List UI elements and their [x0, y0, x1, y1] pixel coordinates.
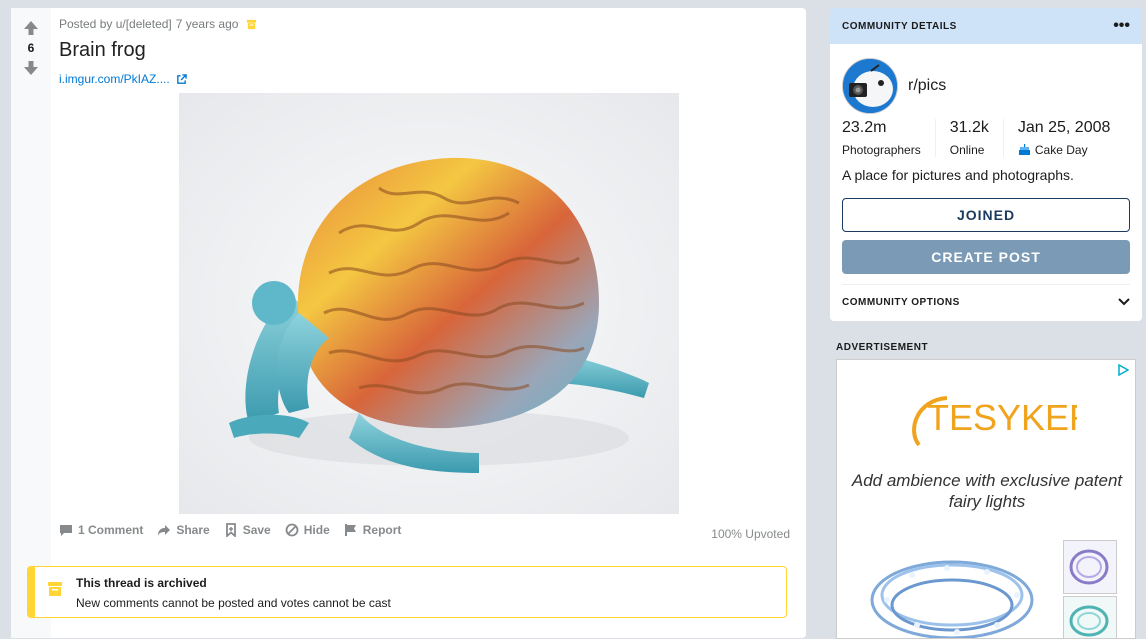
create-post-button[interactable]: CREATE POST [842, 240, 1130, 274]
hide-label: Hide [303, 523, 330, 537]
brain-frog-image [179, 93, 679, 514]
post-meta: Posted by u/[deleted] 7 years ago [59, 17, 257, 31]
tesyker-logo: TESYKER [912, 396, 1095, 447]
archive-box-icon [48, 582, 62, 596]
stat-cake-day: Jan 25, 2008 Cake Day [1018, 119, 1125, 157]
hide-icon [285, 523, 299, 537]
report-label: Report [362, 523, 402, 537]
archived-title: This thread is archived [76, 576, 207, 590]
save-label: Save [242, 523, 271, 537]
fairy-lights-image [870, 560, 1034, 638]
flag-icon [344, 524, 356, 536]
chevron-down-icon [1118, 298, 1130, 306]
community-name[interactable]: r/pics [908, 77, 946, 95]
archived-subtitle: New comments cannot be posted and votes … [76, 596, 391, 610]
joined-button[interactable]: JOINED [842, 198, 1130, 232]
ad-brand-logo: TESYKER [907, 390, 1095, 455]
report-button[interactable]: Report [344, 523, 402, 537]
post-time[interactable]: 7 years ago [176, 17, 239, 31]
save-button[interactable]: Save [224, 523, 271, 537]
community-details-card: COMMUNITY DETAILS ••• r/pics 23.2m Photo… [830, 8, 1142, 321]
posted-by[interactable]: Posted by u/[deleted] [59, 17, 172, 31]
vote-count: 6 [27, 41, 35, 55]
community-identity: r/pics [842, 58, 946, 114]
comments-button[interactable]: 1 Comment [59, 523, 143, 537]
archived-notice: This thread is archived New comments can… [27, 566, 787, 618]
post-actions: 1 Comment Share Save Hide Report [59, 523, 401, 537]
comment-icon [60, 525, 72, 536]
camera-snoo-icon [843, 59, 897, 113]
purple-lights-thumb [1069, 549, 1109, 585]
post-card: 6 Posted by u/[deleted] 7 years ago Brai… [11, 8, 806, 638]
post-link[interactable]: i.imgur.com/PkIAZ.... [59, 72, 187, 86]
community-header: COMMUNITY DETAILS ••• [830, 8, 1142, 44]
advertisement-box[interactable]: TESYKER Add ambience with exclusive pate… [836, 359, 1136, 639]
community-avatar[interactable] [842, 58, 898, 114]
upvote-ratio: 100% Upvoted [711, 527, 790, 541]
share-button[interactable]: Share [157, 523, 210, 537]
upvote-arrow-icon[interactable] [23, 20, 39, 36]
members-label: Photographers [842, 143, 921, 157]
vote-column: 6 [11, 8, 51, 638]
cake-icon [1018, 144, 1030, 155]
share-label: Share [176, 523, 210, 537]
members-count: 23.2m [842, 119, 887, 136]
stat-members: 23.2m Photographers [842, 119, 936, 157]
cake-day-date: Jan 25, 2008 [1017, 119, 1111, 136]
comments-label: 1 Comment [78, 523, 144, 537]
community-header-title: COMMUNITY DETAILS [842, 20, 957, 32]
hide-button[interactable]: Hide [285, 523, 330, 537]
cake-day-label: Cake Day [1034, 143, 1088, 157]
cake-day-row: Cake Day [1018, 143, 1111, 157]
post-link-text[interactable]: i.imgur.com/PkIAZ.... [59, 72, 170, 86]
archive-icon [247, 19, 257, 29]
online-count: 31.2k [949, 119, 989, 136]
community-options-label: COMMUNITY OPTIONS [842, 296, 960, 308]
external-link-icon [176, 73, 187, 84]
share-icon [158, 525, 171, 536]
more-options-icon[interactable]: ••• [1113, 18, 1130, 34]
community-description: A place for pictures and photographs. [842, 167, 1074, 183]
stat-online: 31.2k Online [950, 119, 1004, 157]
post-title[interactable]: Brain frog [59, 39, 146, 62]
ad-brand-text: TESYKER [927, 397, 1077, 438]
post-image[interactable] [179, 93, 679, 514]
downvote-arrow-icon[interactable] [23, 60, 39, 76]
ad-thumb-purple[interactable] [1063, 540, 1117, 594]
bookmark-icon [225, 523, 236, 537]
community-options-toggle[interactable]: COMMUNITY OPTIONS [842, 284, 1130, 319]
ad-tagline: Add ambience with exclusive patent fairy… [851, 471, 1123, 511]
community-stats: 23.2m Photographers 31.2k Online Jan 25,… [842, 119, 1132, 157]
advertisement-label: ADVERTISEMENT [836, 342, 929, 353]
ad-choices-icon[interactable] [1117, 364, 1129, 376]
online-label: Online [949, 143, 985, 157]
